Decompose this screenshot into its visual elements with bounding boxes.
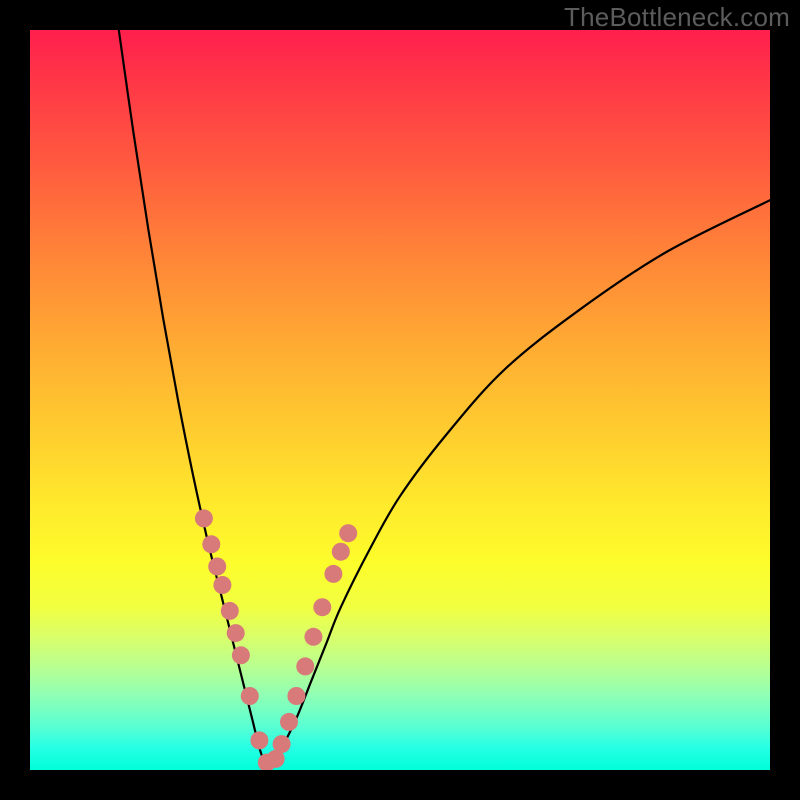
marker-dot — [304, 628, 322, 646]
marker-dot — [208, 558, 226, 576]
marker-dot — [313, 598, 331, 616]
marker-dot — [339, 524, 357, 542]
marker-dot — [324, 565, 342, 583]
chart-svg — [30, 30, 770, 770]
marker-dot — [227, 624, 245, 642]
marker-dot — [232, 646, 250, 664]
chart-frame: TheBottleneck.com — [0, 0, 800, 800]
marker-dot — [280, 713, 298, 731]
marker-dot — [273, 735, 291, 753]
watermark-text: TheBottleneck.com — [564, 2, 790, 33]
marker-dot — [250, 731, 268, 749]
marker-dot — [213, 576, 231, 594]
marker-dot — [241, 687, 259, 705]
marker-dot — [202, 535, 220, 553]
marker-dot — [296, 657, 314, 675]
marker-dot — [195, 509, 213, 527]
curve-right-branch — [267, 200, 770, 770]
marker-dot — [332, 543, 350, 561]
marker-dot — [287, 687, 305, 705]
marker-dot — [221, 602, 239, 620]
marker-layer — [195, 509, 357, 770]
